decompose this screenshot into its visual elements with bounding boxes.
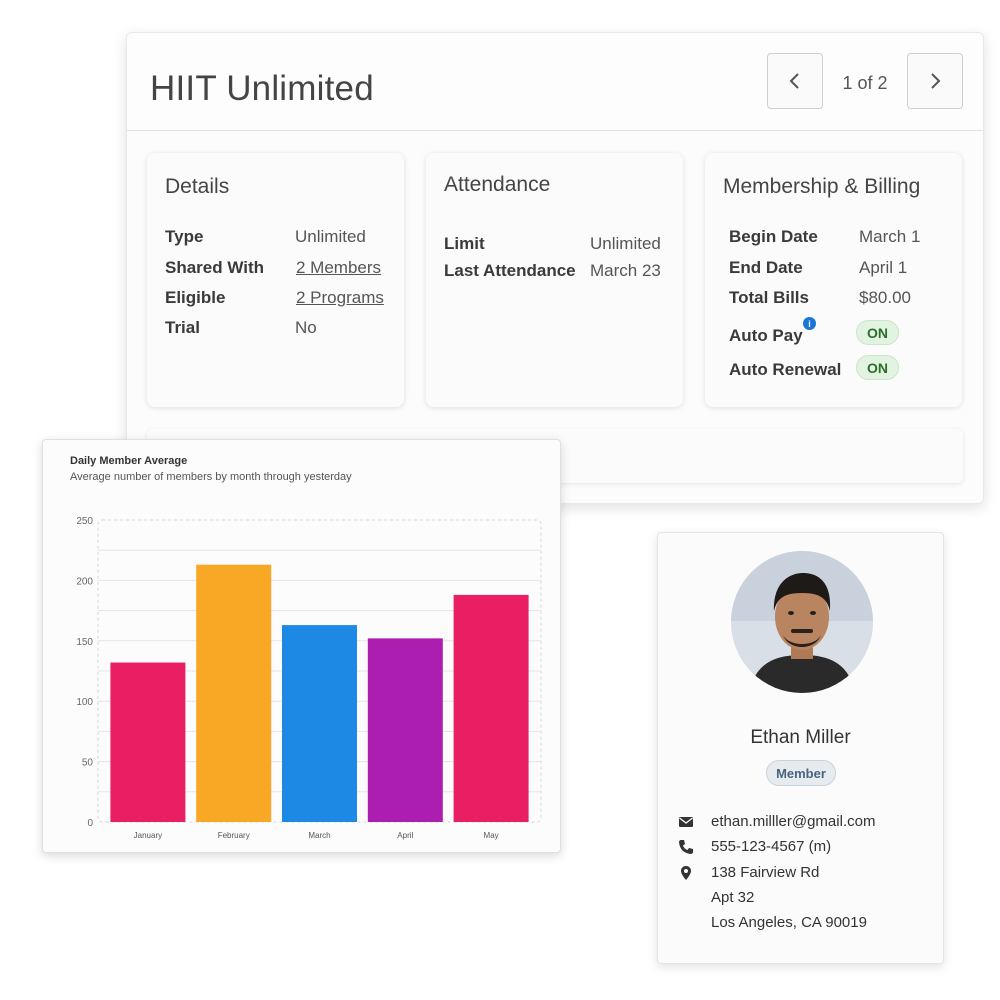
bar-february <box>196 564 272 822</box>
membership-panel: HIIT Unlimited 1 of 2 Details Type Unlim… <box>126 32 984 504</box>
detail-value: Unlimited <box>295 227 366 246</box>
bar-january <box>110 662 186 822</box>
details-title: Details <box>165 175 230 198</box>
details-card: Details Type Unlimited Shared With 2 Mem… <box>147 153 404 407</box>
phone-number[interactable]: 555-123-4567 (m) <box>711 838 831 855</box>
bar-may <box>453 594 529 822</box>
billing-value: March 1 <box>859 227 921 246</box>
billing-title: Membership & Billing <box>723 175 921 198</box>
page-title: HIIT Unlimited <box>150 69 374 108</box>
email-link[interactable]: ethan.milller@gmail.com <box>711 813 875 830</box>
member-profile-card: Ethan Miller Member ethan.milller@gmail.… <box>657 532 944 964</box>
chevron-left-icon <box>789 73 799 89</box>
detail-key: Type <box>165 227 204 246</box>
role-badge: Member <box>766 760 836 786</box>
billing-key: Total Bills <box>729 288 809 307</box>
detail-key: Eligible <box>165 288 226 307</box>
attendance-value: Unlimited <box>590 234 661 253</box>
y-tick-label: 100 <box>76 697 93 708</box>
detail-value: No <box>295 318 317 337</box>
member-name: Ethan Miller <box>750 727 851 748</box>
attendance-card: Attendance Limit Unlimited Last Attendan… <box>426 153 683 407</box>
avatar <box>731 551 873 693</box>
info-icon[interactable]: i <box>803 317 816 330</box>
detail-key: Shared With <box>165 258 265 277</box>
pager-indicator: 1 of 2 <box>842 73 888 93</box>
attendance-key: Limit <box>444 234 485 253</box>
previous-page-button[interactable] <box>767 53 823 109</box>
y-tick-label: 50 <box>82 758 94 769</box>
billing-value: $80.00 <box>859 288 911 307</box>
x-tick-label: January <box>134 831 162 840</box>
daily-member-average-chart: Daily Member Average Average number of m… <box>42 439 561 853</box>
address-line2: Apt 32 <box>711 889 755 906</box>
billing-card: Membership & Billing Begin Date March 1 … <box>705 153 962 407</box>
y-tick-label: 0 <box>87 818 93 829</box>
chevron-right-icon <box>931 73 941 89</box>
billing-key: Begin Date <box>729 227 818 246</box>
address-line1: 138 Fairview Rd <box>711 864 820 881</box>
billing-key: Auto Pay <box>729 326 803 345</box>
billing-value: April 1 <box>859 258 908 277</box>
bar-chart: 0 50 100 150 200 250 January February March April… <box>76 516 542 840</box>
y-tick-label: 250 <box>76 516 93 527</box>
attendance-key: Last Attendance <box>444 261 576 280</box>
x-tick-label: February <box>218 831 250 840</box>
map-pin-icon <box>681 866 691 880</box>
detail-key: Trial <box>165 318 200 337</box>
auto-pay-toggle[interactable]: ON <box>856 320 899 345</box>
phone-icon <box>679 840 693 854</box>
next-page-button[interactable] <box>907 53 963 109</box>
bar-april <box>367 638 443 822</box>
membership-header: HIIT Unlimited 1 of 2 <box>127 33 983 131</box>
attendance-value: March 23 <box>590 261 661 280</box>
y-tick-label: 150 <box>76 637 93 648</box>
billing-key: Auto Renewal <box>729 360 842 379</box>
x-tick-label: May <box>484 831 499 840</box>
x-tick-label: March <box>308 831 330 840</box>
billing-key: End Date <box>729 258 803 277</box>
bar-march <box>282 625 357 822</box>
attendance-title: Attendance <box>444 173 551 196</box>
x-tick-label: April <box>397 831 413 840</box>
address-line3: Los Angeles, CA 90019 <box>711 914 867 931</box>
envelope-icon <box>679 817 693 827</box>
auto-renewal-toggle[interactable]: ON <box>856 355 899 380</box>
y-tick-label: 200 <box>76 576 93 587</box>
member-photo <box>731 551 873 693</box>
shared-members-link[interactable]: 2 Members <box>296 258 381 278</box>
eligible-programs-link[interactable]: 2 Programs <box>296 288 384 308</box>
